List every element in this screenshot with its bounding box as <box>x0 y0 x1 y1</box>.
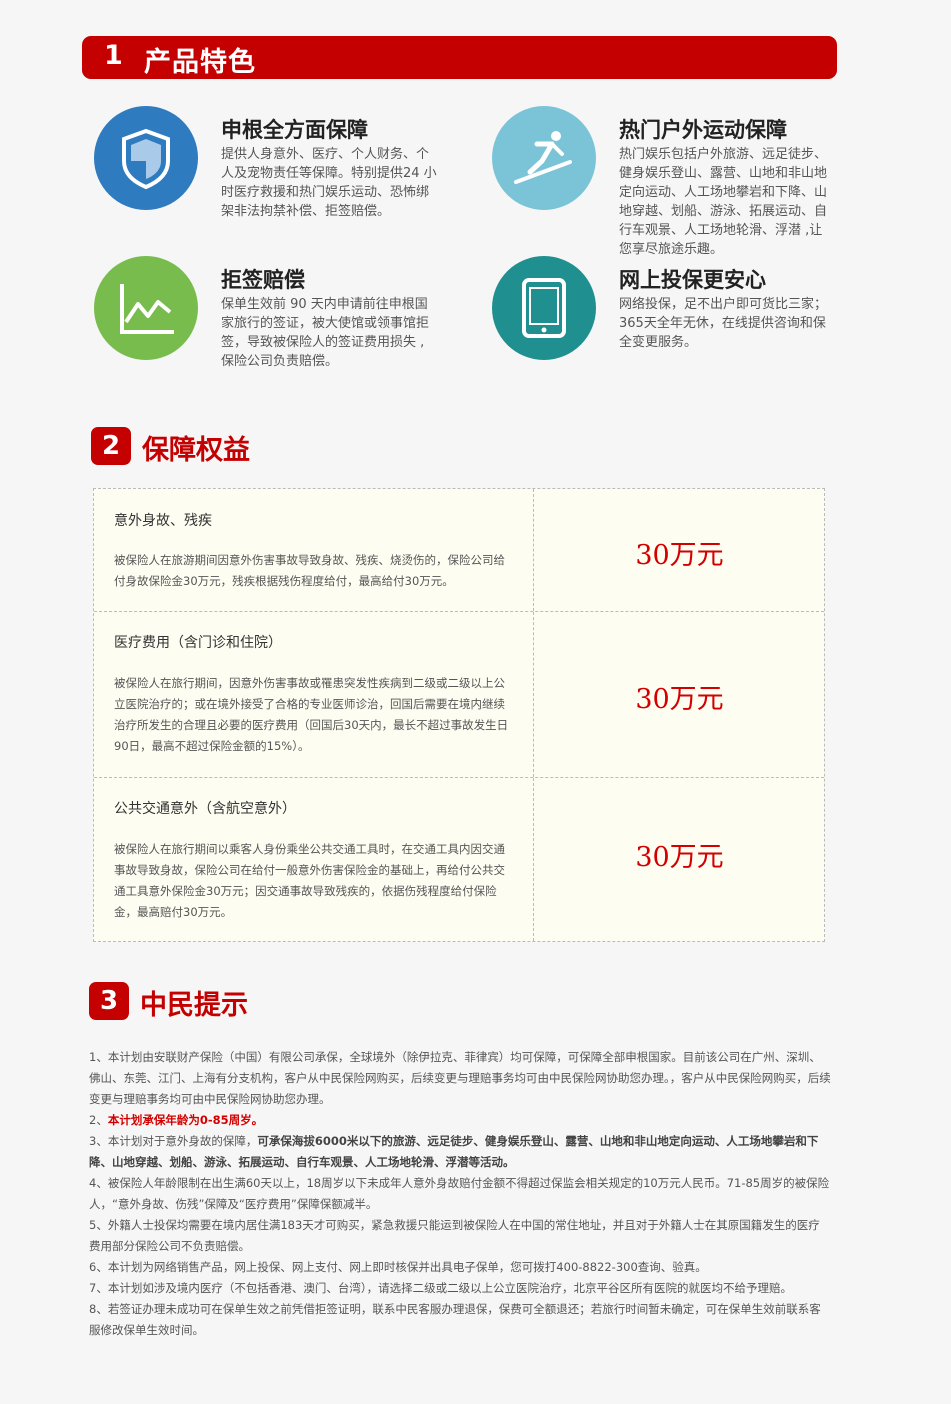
note-item: 8、若签证办理未成功可在保单生效之前凭借拒签证明，联系中民客服办理退保，保费可全… <box>89 1302 821 1337</box>
table-row: 意外身故、残疾 被保险人在旅游期间因意外伤害事故导致身故、残疾、烧烫伤的，保险公… <box>94 489 824 612</box>
note-item: 1、本计划由安联财产保险（中国）有限公司承保，全球境外（除伊拉克、菲律宾）均可保… <box>89 1050 831 1106</box>
row-amount: 30万元 <box>635 842 724 873</box>
row-title: 公共交通意外（含航空意外） <box>114 801 296 817</box>
note-item: 7、本计划如涉及境内医疗（不包括香港、澳门、台湾），请选择二级或二级以上公立医院… <box>89 1281 793 1295</box>
section1-header: 1 产品特色 <box>82 36 837 79</box>
row-description-cell: 意外身故、残疾 被保险人在旅游期间因意外伤害事故导致身故、残疾、烧烫伤的，保险公… <box>94 489 534 611</box>
note-item: 4、被保险人年龄限制在出生满60天以上，18周岁以下未成年人意外身故赔付金额不得… <box>89 1176 830 1211</box>
feature-desc: 保单生效前 90 天内申请前往申根国家旅行的签证，被大使馆或领事馆拒签，导致被保… <box>221 297 430 369</box>
note-age-highlight: 本计划承保年龄为0-85周岁。 <box>107 1113 264 1127</box>
note-item: 2、本计划承保年龄为0-85周岁。 <box>89 1110 831 1131</box>
row-amount: 30万元 <box>635 684 724 715</box>
section3-title: 中民提示 <box>140 990 248 1021</box>
section2-number: 2 <box>91 427 131 465</box>
section1-number: 1 <box>104 40 123 71</box>
feature-title: 热门户外运动保障 <box>619 118 787 142</box>
row-title: 医疗费用（含门诊和住院） <box>114 635 282 651</box>
chart-icon <box>94 256 198 360</box>
feature-desc: 网络投保，足不出户即可货比三家；365天全年无休，在线提供咨询和保全变更服务。 <box>619 297 828 350</box>
note-item: 5、外籍人士投保均需要在境内居住满183天才可购买，紧急救援只能运到被保险人在中… <box>89 1218 820 1253</box>
section1-title: 产品特色 <box>144 47 256 78</box>
row-title: 意外身故、残疾 <box>114 513 212 529</box>
note-item: 3、本计划对于意外身故的保障，可承保海拔6000米以下的旅游、远足徒步、健身娱乐… <box>89 1131 831 1173</box>
section3-number: 3 <box>89 982 129 1020</box>
row-amount: 30万元 <box>635 540 724 571</box>
feature-title: 拒签赔偿 <box>221 268 305 292</box>
feature-title: 申根全方面保障 <box>221 118 368 142</box>
row-description-cell: 公共交通意外（含航空意外） 被保险人在旅行期间以乘客人身份乘坐公共交通工具时，在… <box>94 778 534 941</box>
notes-list: 1、本计划由安联财产保险（中国）有限公司承保，全球境外（除伊拉克、菲律宾）均可保… <box>89 1047 831 1341</box>
feature-desc: 提供人身意外、医疗、个人财务、个人及宠物责任等保障。特别提供24 小时医疗救援和… <box>221 147 437 219</box>
table-row: 公共交通意外（含航空意外） 被保险人在旅行期间以乘客人身份乘坐公共交通工具时，在… <box>94 778 824 941</box>
feature-title: 网上投保更安心 <box>619 268 766 292</box>
table-row: 医疗费用（含门诊和住院） 被保险人在旅行期间，因意外伤害事故或罹患突发性疾病到二… <box>94 612 824 778</box>
row-desc: 被保险人在旅行期间，因意外伤害事故或罹患突发性疾病到二级或二级以上公立医院治疗的… <box>114 676 509 753</box>
row-desc: 被保险人在旅行期间以乘客人身份乘坐公共交通工具时，在交通工具内因交通事故导致身故… <box>114 842 505 919</box>
note-prefix: 2、 <box>89 1113 108 1127</box>
feature-desc: 热门娱乐包括户外旅游、远足徒步、健身娱乐登山、露营、山地和非山地定向运动、人工场… <box>619 147 828 257</box>
skier-icon <box>492 106 596 210</box>
note-item: 6、本计划为网络销售产品，网上投保、网上支付、网上即时核保并出具电子保单，您可拨… <box>89 1260 707 1274</box>
row-description-cell: 医疗费用（含门诊和住院） 被保险人在旅行期间，因意外伤害事故或罹患突发性疾病到二… <box>94 612 534 777</box>
section2-title: 保障权益 <box>142 435 250 466</box>
tablet-icon <box>492 256 596 360</box>
benefits-table: 意外身故、残疾 被保险人在旅游期间因意外伤害事故导致身故、残疾、烧烫伤的，保险公… <box>93 488 825 942</box>
note-prefix: 3、本计划对于意外身故的保障， <box>89 1134 258 1148</box>
row-desc: 被保险人在旅游期间因意外伤害事故导致身故、残疾、烧烫伤的，保险公司给付身故保险金… <box>114 553 505 588</box>
shield-icon <box>94 106 198 210</box>
